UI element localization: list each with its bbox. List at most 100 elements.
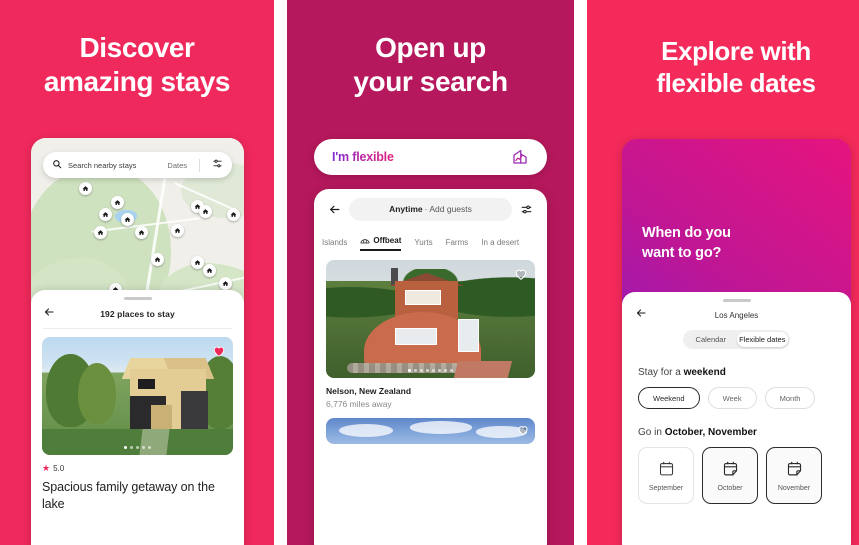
month-selector-group: September October November <box>638 447 835 504</box>
listing-photo[interactable] <box>42 337 233 455</box>
heart-outline-icon[interactable] <box>517 424 529 436</box>
stay-heading-prefix: Stay for a <box>638 367 684 378</box>
photo-tree <box>78 362 117 425</box>
map-pin-house-icon[interactable] <box>227 208 240 221</box>
im-flexible-label: I'm flexible <box>332 150 394 164</box>
map-pin-house-icon[interactable] <box>171 224 184 237</box>
listing-card[interactable]: Nelson, New Zealand 6,776 miles away <box>314 251 547 409</box>
phone-mockup-explore-screen: Anytime · Add guests Islands Offbeat Yurts… <box>314 189 547 545</box>
filter-sliders-icon[interactable] <box>212 156 223 174</box>
results-count-title: 192 places to stay <box>100 309 175 319</box>
go-heading: Go in October, November <box>638 427 835 438</box>
duration-chip-month[interactable]: Month <box>764 387 816 409</box>
tab-farms[interactable]: Farms <box>446 238 469 251</box>
photo-cloud <box>338 424 393 438</box>
map-pin-house-icon[interactable] <box>135 226 148 239</box>
star-icon: ★ <box>42 463 51 473</box>
heart-filled-icon[interactable] <box>212 344 226 358</box>
headline-line-1: Open up <box>375 32 486 63</box>
next-listing-photo[interactable] <box>326 418 535 444</box>
photo-window <box>137 379 155 389</box>
map-pin-house-icon[interactable] <box>121 213 134 226</box>
when-question: When do you want to go? <box>642 223 731 264</box>
photo-dot <box>124 446 127 449</box>
month-card-november[interactable]: November <box>766 447 822 504</box>
tab-label: Yurts <box>414 238 433 247</box>
segment-flexible-dates[interactable]: Flexible dates <box>736 332 788 347</box>
explore-top-bar: Anytime · Add guests <box>314 189 547 229</box>
month-label: November <box>777 484 811 492</box>
date-picker-sheet: Los Angeles Calendar Flexible dates Stay… <box>622 292 851 545</box>
category-tabs: Islands Offbeat Yurts Farms In a desert <box>314 229 547 251</box>
go-heading-value: October, November <box>664 427 757 438</box>
search-bar[interactable]: Search nearby stays Dates <box>43 152 232 178</box>
photo-dot <box>432 369 435 372</box>
search-input[interactable]: Search nearby stays <box>68 161 161 170</box>
listing-card[interactable]: ★ 5.0 Spacious family getaway on the lak… <box>31 329 244 513</box>
panel-gap <box>274 0 287 545</box>
im-flexible-button[interactable]: I'm flexible <box>314 139 547 175</box>
map-pin-house-icon[interactable] <box>111 196 124 209</box>
panel-gap <box>574 0 587 545</box>
headline-line-2: amazing stays <box>43 66 231 98</box>
house-chart-icon <box>511 148 529 166</box>
map-pin-house-icon[interactable] <box>151 253 164 266</box>
photo-lawn <box>42 429 233 455</box>
duration-chip-weekend[interactable]: Weekend <box>638 387 700 409</box>
search-summary-guests: · Add guests <box>424 204 472 214</box>
tab-islands[interactable]: Islands <box>322 238 347 251</box>
photo-dot <box>438 369 441 372</box>
photo-dot <box>420 369 423 372</box>
calendar-flexible-toggle[interactable]: Calendar Flexible dates <box>683 330 790 349</box>
listing-title: Nelson, New Zealand <box>326 386 412 396</box>
calendar-folded-icon <box>722 460 739 477</box>
photo-pagination-dots <box>42 446 233 449</box>
map-pin-house-icon[interactable] <box>199 205 212 218</box>
photo-window <box>394 328 437 345</box>
app-store-screenshot-set: Discover amazing stays Search nearby sta… <box>0 0 859 545</box>
tab-yurts[interactable]: Yurts <box>414 238 432 251</box>
calendar-folded-icon <box>786 460 803 477</box>
photo-door <box>457 319 479 353</box>
map-pin-house-icon[interactable] <box>94 226 107 239</box>
map-pin-house-icon[interactable] <box>79 182 92 195</box>
headline-line-2: your search <box>353 66 508 98</box>
map-pin-house-icon[interactable] <box>99 208 112 221</box>
listing-meta: Nelson, New Zealand 6,776 miles away <box>326 386 535 409</box>
sheet-header: Los Angeles <box>622 302 851 328</box>
photo-cloud <box>409 421 473 434</box>
stay-heading: Stay for a weekend <box>638 367 835 378</box>
filter-sliders-icon[interactable] <box>520 203 533 216</box>
map-pin-house-icon[interactable] <box>203 264 216 277</box>
month-card-october[interactable]: October <box>702 447 758 504</box>
segment-calendar[interactable]: Calendar <box>685 332 737 347</box>
go-heading-prefix: Go in <box>638 427 665 438</box>
stay-heading-value: weekend <box>683 367 726 378</box>
search-summary-button[interactable]: Anytime · Add guests <box>349 197 512 221</box>
tab-offbeat[interactable]: Offbeat <box>360 236 402 251</box>
listing-photo[interactable] <box>326 260 535 378</box>
dates-button[interactable]: Dates <box>167 161 187 170</box>
photo-dot <box>142 446 145 449</box>
phone-mockup-map-screen: Search nearby stays Dates 192 places to … <box>31 138 244 545</box>
heart-outline-icon[interactable] <box>514 267 528 281</box>
map-pin-house-icon[interactable] <box>219 277 232 290</box>
duration-chip-week[interactable]: Week <box>707 387 757 409</box>
tab-label: Islands <box>322 238 348 247</box>
rating-value: 5.0 <box>53 464 65 473</box>
sheet-header: 192 places to stay <box>31 300 244 328</box>
month-card-september[interactable]: September <box>638 447 694 504</box>
map-pin-house-icon[interactable] <box>191 256 204 269</box>
photo-dot <box>444 369 447 372</box>
month-label: September <box>648 484 684 492</box>
panel-1-headline: Discover amazing stays <box>0 31 274 99</box>
destination-label: Los Angeles <box>714 310 759 320</box>
photo-dot <box>450 369 453 372</box>
panel-explore-flexible-dates: Explore with flexible dates When do you … <box>587 0 859 545</box>
tab-label: Farms <box>445 238 469 247</box>
listing-photo-image <box>42 337 233 455</box>
back-arrow-icon[interactable] <box>328 203 341 216</box>
tab-in-a-desert[interactable]: In a desert <box>481 238 519 251</box>
photo-pagination-dots <box>326 369 535 372</box>
stay-duration-section: Stay for a weekend Weekend Week Month Go i… <box>622 367 851 504</box>
